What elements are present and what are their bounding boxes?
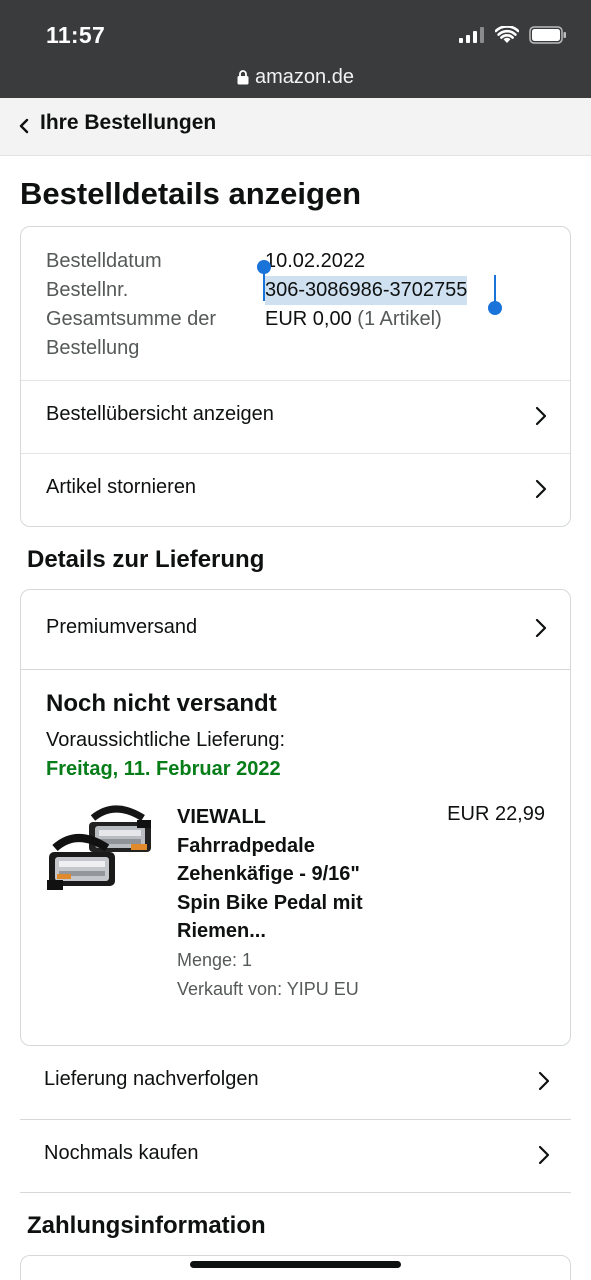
order-total-value: EUR 0,00 (1 Artikel) xyxy=(265,305,442,334)
order-number-value[interactable]: 306-3086986-3702755 xyxy=(265,276,468,305)
home-indicator[interactable] xyxy=(190,1261,401,1268)
product-title-link[interactable]: VIEWALL Fahrradpedale Zehenkäfige - 9/16… xyxy=(177,803,407,946)
address-bar[interactable]: amazon.de xyxy=(0,66,591,89)
order-item-count: (1 Artikel) xyxy=(357,308,442,330)
order-date-value: 10.02.2022 xyxy=(265,250,366,272)
chevron-right-icon xyxy=(535,406,547,426)
selection-end-caret xyxy=(494,275,496,303)
product-image[interactable] xyxy=(45,798,155,898)
cancel-items-label: Artikel stornieren xyxy=(46,476,197,498)
status-bar: 11:57 amazon.de xyxy=(0,0,591,98)
track-delivery-row[interactable]: Lieferung nachverfolgen xyxy=(20,1046,571,1119)
chevron-right-icon xyxy=(535,479,547,499)
order-total-label-cont: Bestellung xyxy=(46,337,140,359)
battery-icon xyxy=(529,26,566,44)
track-delivery-label: Lieferung nachverfolgen xyxy=(44,1068,259,1090)
shipping-method-label: Premiumversand xyxy=(46,616,198,638)
chevron-right-icon xyxy=(535,618,547,638)
product-title-line: Spin Bike Pedal mit xyxy=(177,891,363,914)
order-summary-card: Bestelldatum 10.02.2022 Bestellnr. 306-3… xyxy=(20,226,571,527)
product-title-line: Riemen... xyxy=(177,920,266,942)
product-title-line: VIEWALL xyxy=(177,806,266,828)
chevron-right-icon xyxy=(538,1071,550,1091)
lock-icon xyxy=(237,70,249,85)
chevron-right-icon xyxy=(538,1145,550,1165)
product-seller: Verkauft von: YIPU EU xyxy=(177,979,359,999)
signal-icon xyxy=(459,27,484,43)
buy-again-label: Nochmals kaufen xyxy=(44,1142,199,1164)
delivery-card: Premiumversand Noch nicht versandt Vorau… xyxy=(20,589,571,1046)
shipping-method-row[interactable]: Premiumversand xyxy=(21,590,570,670)
back-to-orders[interactable]: Ihre Bestellungen xyxy=(0,98,591,156)
url-text: amazon.de xyxy=(255,66,354,88)
eta-date: Freitag, 11. Februar 2022 xyxy=(46,758,281,780)
product-price: EUR 22,99 xyxy=(447,803,545,825)
product-quantity: Menge: 1 xyxy=(177,950,253,970)
product-title-line: Fahrradpedale xyxy=(177,834,315,857)
payment-section-title: Zahlungsinformation xyxy=(27,1212,266,1239)
eta-label: Voraussichtliche Lieferung: xyxy=(46,729,286,751)
shipment-status: Noch nicht versandt xyxy=(46,690,277,717)
order-number-label: Bestellnr. xyxy=(46,279,129,301)
delivery-section-title: Details zur Lieferung xyxy=(27,546,265,573)
product-title-line: Zehenkäfige - 9/16" xyxy=(177,863,360,885)
page-title: Bestelldetails anzeigen xyxy=(20,176,362,211)
system-icons xyxy=(459,26,567,44)
wifi-icon xyxy=(495,26,519,43)
selection-start-caret xyxy=(263,267,265,301)
view-order-summary-label: Bestellübersicht anzeigen xyxy=(46,403,274,425)
back-label: Ihre Bestellungen xyxy=(40,111,217,134)
chevron-left-icon xyxy=(19,118,29,134)
order-total-label: Gesamtsumme der xyxy=(46,308,217,330)
buy-again-row[interactable]: Nochmals kaufen xyxy=(20,1119,571,1192)
divider xyxy=(20,1192,571,1193)
order-total-amount: EUR 0,00 xyxy=(265,308,352,330)
view-order-summary-row[interactable]: Bestellübersicht anzeigen xyxy=(21,380,570,453)
cancel-items-row[interactable]: Artikel stornieren xyxy=(21,453,570,526)
order-date-label: Bestelldatum xyxy=(46,250,162,272)
selection-end-handle[interactable] xyxy=(488,301,502,315)
status-time: 11:57 xyxy=(46,22,106,48)
